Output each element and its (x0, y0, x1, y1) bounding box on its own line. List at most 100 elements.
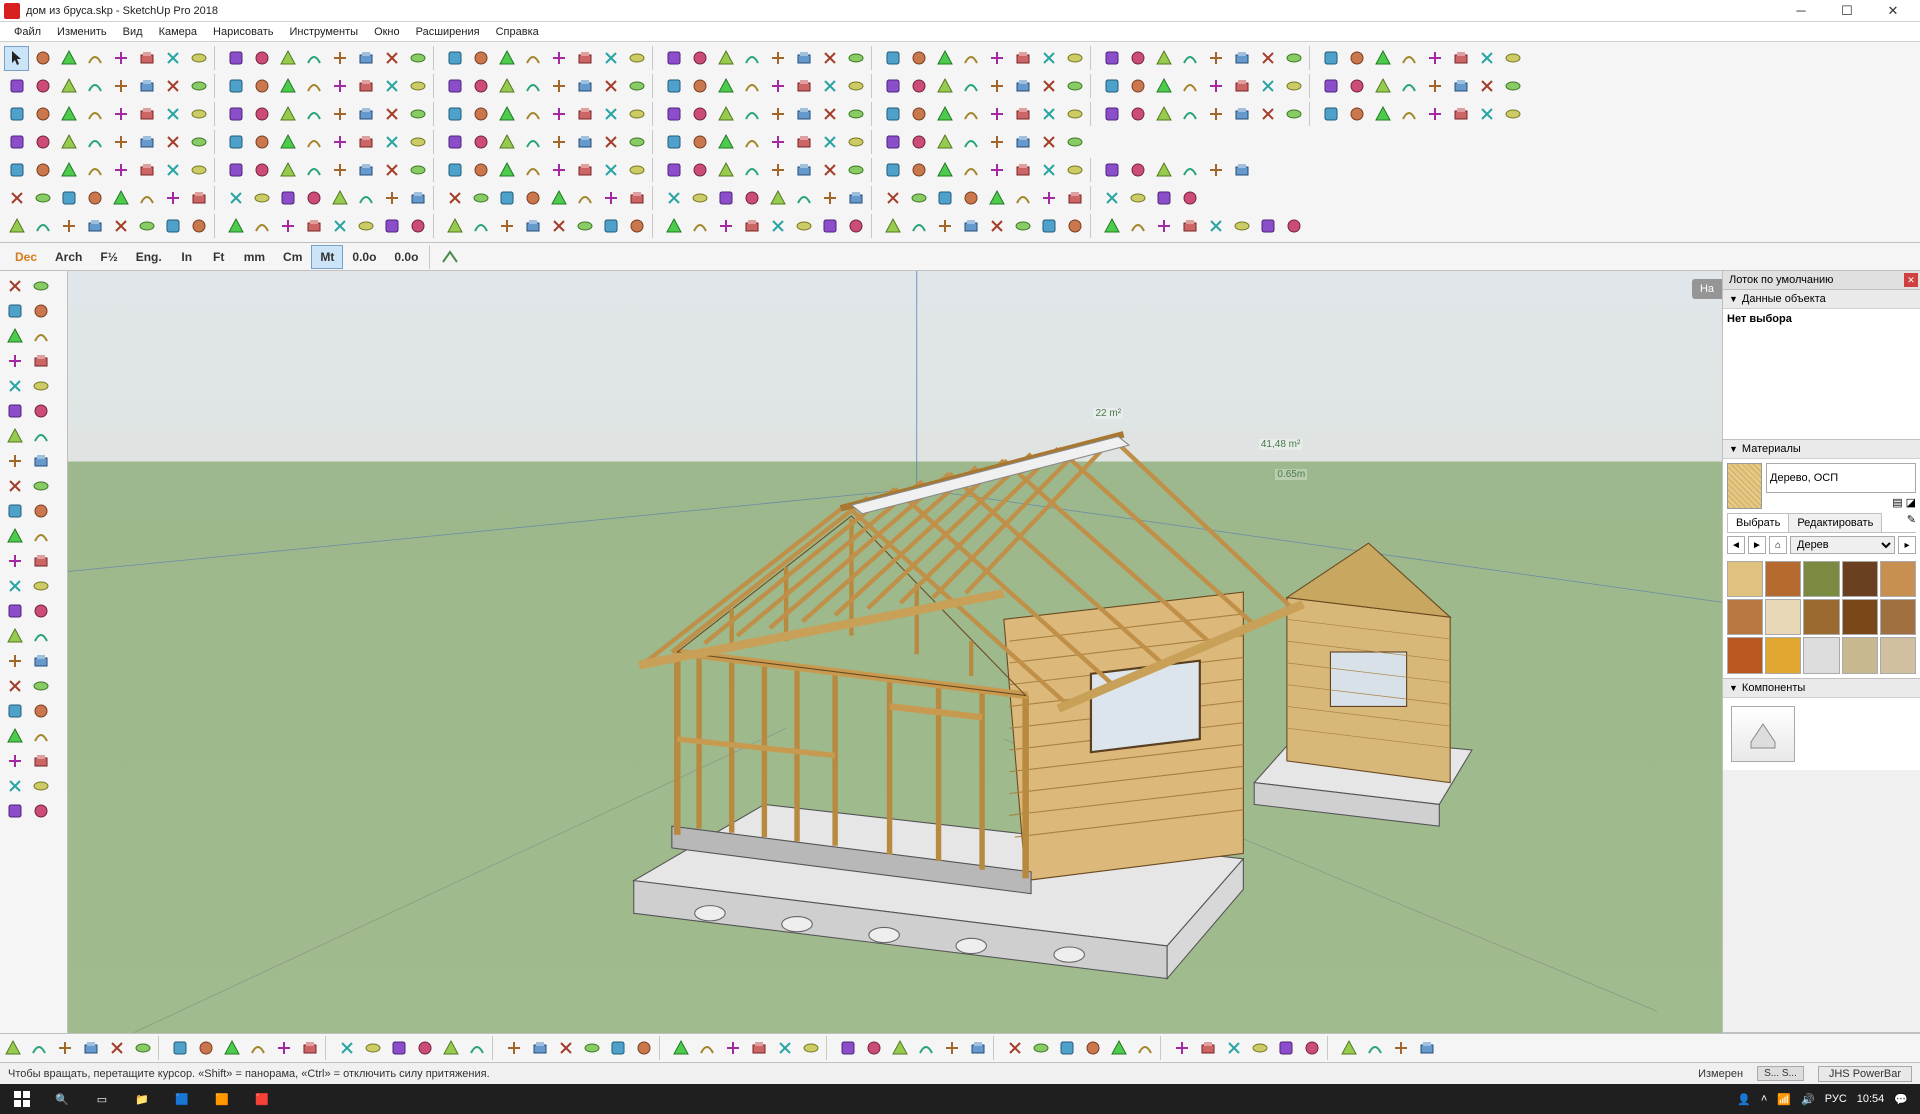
toolbar-button[interactable] (82, 214, 107, 239)
toolbar-button[interactable] (579, 1036, 604, 1061)
toolbar-button[interactable] (739, 186, 764, 211)
components-close-icon[interactable]: ✕ (1904, 273, 1918, 287)
toolbar-button[interactable] (817, 186, 842, 211)
toolbar-button[interactable] (1229, 74, 1254, 99)
toolbar-button[interactable] (984, 74, 1009, 99)
toolbar-button[interactable] (30, 130, 55, 155)
left-toolbar-button[interactable] (28, 398, 53, 423)
toolbar-button[interactable] (520, 102, 545, 127)
toolbar-button[interactable] (4, 46, 29, 71)
toolbar-button[interactable] (687, 158, 712, 183)
toolbar-button[interactable] (739, 158, 764, 183)
taskview-icon[interactable]: ▭ (82, 1084, 122, 1114)
toolbar-button[interactable] (186, 102, 211, 127)
toolbar-button[interactable] (1255, 102, 1280, 127)
toolbar-button[interactable] (605, 1036, 630, 1061)
toolbar-button[interactable] (661, 186, 686, 211)
powerbar-label[interactable]: JHS PowerBar (1818, 1066, 1912, 1082)
toolbar-button[interactable] (1422, 46, 1447, 71)
toolbar-button[interactable] (442, 102, 467, 127)
toolbar-button[interactable] (297, 1036, 322, 1061)
search-icon[interactable]: 🔍 (42, 1084, 82, 1114)
toolbar-button[interactable] (527, 1036, 552, 1061)
left-toolbar-button[interactable] (2, 298, 27, 323)
toolbar-button[interactable] (353, 46, 378, 71)
left-toolbar-button[interactable] (2, 523, 27, 548)
toolbar-button[interactable] (108, 130, 133, 155)
left-toolbar-button[interactable] (28, 323, 53, 348)
toolbar-button[interactable] (1125, 214, 1150, 239)
toolbar-button[interactable] (546, 74, 571, 99)
toolbar-button[interactable] (249, 158, 274, 183)
menu-tools[interactable]: Инструменты (281, 24, 366, 40)
menu-extensions[interactable]: Расширения (408, 24, 488, 40)
toolbar-button[interactable] (468, 158, 493, 183)
toolbar-button[interactable] (520, 186, 545, 211)
left-toolbar-button[interactable] (2, 773, 27, 798)
toolbar-button[interactable] (468, 74, 493, 99)
left-toolbar-button[interactable] (2, 648, 27, 673)
toolbar-button[interactable] (906, 186, 931, 211)
toolbar-button[interactable] (134, 46, 159, 71)
toolbar-button[interactable] (412, 1036, 437, 1061)
left-toolbar-button[interactable] (28, 623, 53, 648)
toolbar-button[interactable] (572, 102, 597, 127)
app-task-1[interactable]: 🟦 (162, 1084, 202, 1114)
toolbar-button[interactable] (765, 102, 790, 127)
toolbar-button[interactable] (598, 46, 623, 71)
create-material-icon[interactable]: ▤ (1892, 496, 1902, 509)
mini-toolbar-label[interactable]: S... S... (1757, 1066, 1804, 1081)
toolbar-button[interactable] (791, 46, 816, 71)
maximize-button[interactable]: ☐ (1824, 0, 1870, 22)
unit-arch[interactable]: Arch (46, 245, 91, 269)
toolbar-button[interactable] (1388, 1036, 1413, 1061)
toolbar-button[interactable] (186, 158, 211, 183)
left-toolbar-button[interactable] (2, 473, 27, 498)
toolbar-button[interactable] (765, 74, 790, 99)
toolbar-button[interactable] (4, 214, 29, 239)
toolbar-button[interactable] (861, 1036, 886, 1061)
toolbar-button[interactable] (817, 46, 842, 71)
toolbar-button[interactable] (405, 130, 430, 155)
toolbar-button[interactable] (661, 74, 686, 99)
toolbar-button[interactable] (1318, 74, 1343, 99)
toolbar-button[interactable] (1002, 1036, 1027, 1061)
toolbar-button[interactable] (791, 102, 816, 127)
toolbar-button[interactable] (1362, 1036, 1387, 1061)
toolbar-button[interactable] (353, 186, 378, 211)
left-toolbar-button[interactable] (28, 798, 53, 823)
toolbar-button[interactable] (379, 102, 404, 127)
toolbar-button[interactable] (1273, 1036, 1298, 1061)
toolbar-button[interactable] (572, 214, 597, 239)
toolbar-button[interactable] (130, 1036, 155, 1061)
menu-camera[interactable]: Камера (151, 24, 205, 40)
toolbar-button[interactable] (249, 74, 274, 99)
toolbar-button[interactable] (694, 1036, 719, 1061)
material-swatch[interactable] (1765, 599, 1801, 635)
left-toolbar-button[interactable] (2, 273, 27, 298)
toolbar-button[interactable] (624, 158, 649, 183)
toolbar-button[interactable] (932, 130, 957, 155)
toolbar-button[interactable] (78, 1036, 103, 1061)
toolbar-button[interactable] (713, 46, 738, 71)
toolbar-button[interactable] (1151, 102, 1176, 127)
toolbar-button[interactable] (186, 74, 211, 99)
unit-extra-icon[interactable] (437, 244, 462, 269)
toolbar-button[interactable] (546, 158, 571, 183)
entity-info-header[interactable]: ▼ Данные объекта ✕ (1723, 290, 1920, 309)
toolbar-button[interactable] (494, 46, 519, 71)
toolbar-button[interactable] (624, 130, 649, 155)
left-toolbar-button[interactable] (28, 298, 53, 323)
toolbar-button[interactable] (353, 158, 378, 183)
toolbar-button[interactable] (353, 214, 378, 239)
toolbar-button[interactable] (160, 158, 185, 183)
toolbar-button[interactable] (1036, 158, 1061, 183)
toolbar-button[interactable] (1255, 214, 1280, 239)
material-swatch[interactable] (1880, 599, 1916, 635)
toolbar-button[interactable] (661, 130, 686, 155)
components-header[interactable]: ▼ Компоненты ✕ (1723, 679, 1920, 698)
toolbar-button[interactable] (82, 186, 107, 211)
toolbar-button[interactable] (1036, 214, 1061, 239)
toolbar-button[interactable] (1062, 102, 1087, 127)
toolbar-button[interactable] (82, 158, 107, 183)
